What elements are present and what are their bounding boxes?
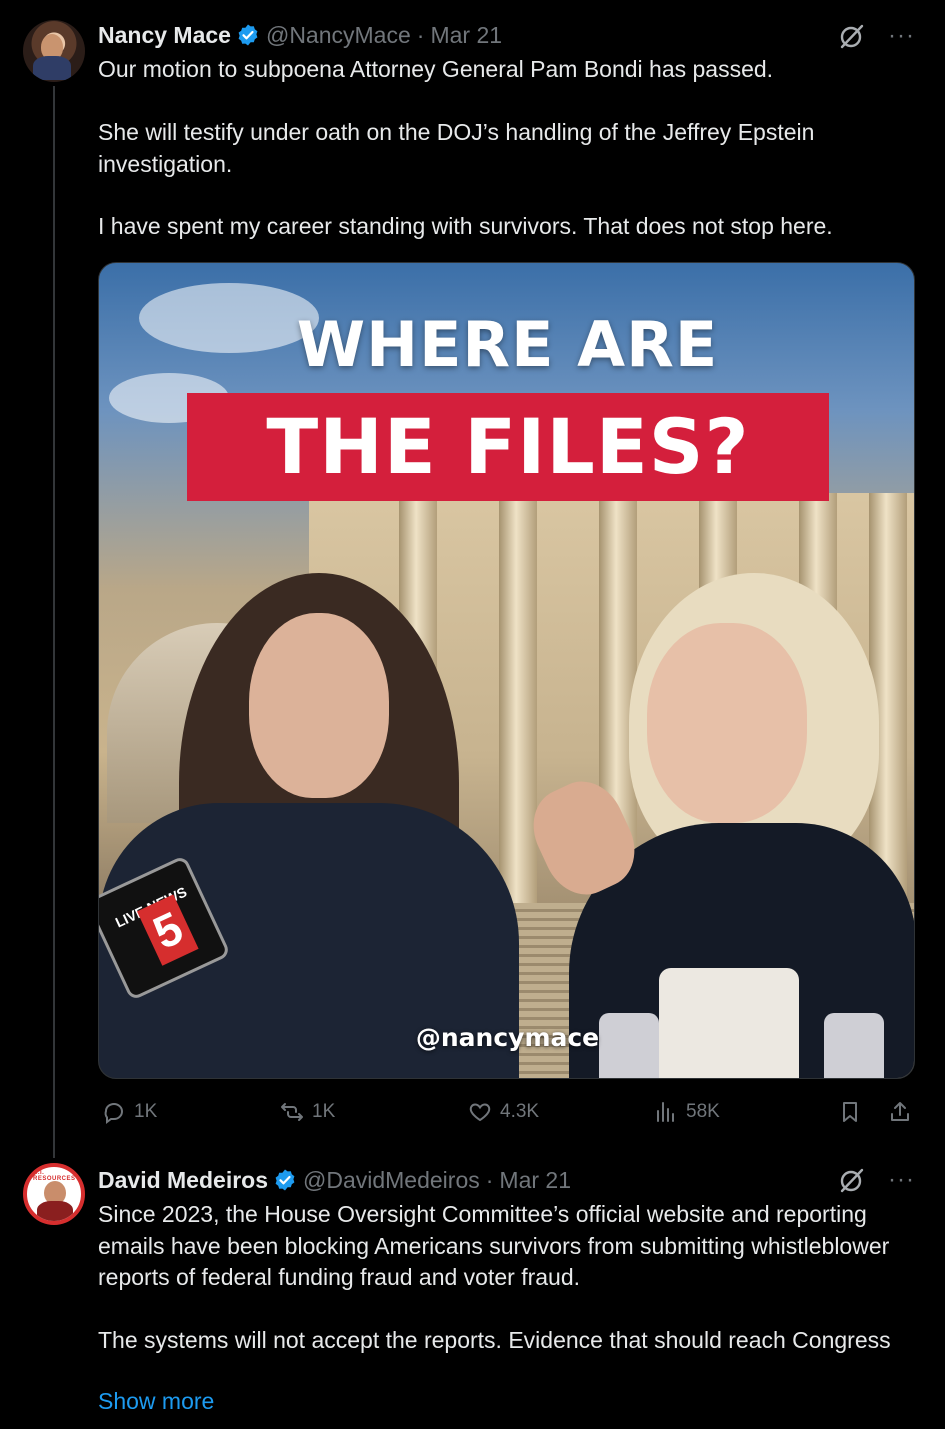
tweet-date[interactable]: Mar 21	[499, 1167, 571, 1194]
avatar-body	[33, 56, 71, 80]
grok-icon[interactable]	[838, 22, 866, 50]
share-button[interactable]	[888, 1100, 912, 1124]
separator-dot: ·	[485, 1166, 494, 1193]
avatar[interactable]	[23, 20, 85, 82]
share-icon	[891, 1102, 909, 1121]
column	[499, 493, 537, 933]
tweet-date[interactable]: Mar 21	[430, 22, 502, 49]
repost-count: 1K	[312, 1101, 336, 1122]
tweet-text-paragraph: The systems will not accept the reports.…	[98, 1327, 891, 1353]
views-icon	[657, 1102, 674, 1122]
tweet-david-medeiros[interactable]: R.I. RESOURCES David Medeiros @DavidMede…	[0, 1150, 945, 1429]
author-name[interactable]: Nancy Mace	[98, 22, 231, 49]
reply-icon	[104, 1102, 123, 1124]
show-more-link[interactable]: Show more	[98, 1388, 214, 1415]
tweet-text-paragraph: Since 2023, the House Oversight Committe…	[98, 1201, 890, 1290]
tweet-text-paragraph: I have spent my career standing with sur…	[98, 213, 833, 239]
person-right-face	[647, 623, 807, 823]
tweet-media-image[interactable]: LIVE NEWS 5 WHERE ARE THE FILES? @nancym…	[98, 262, 915, 1079]
more-icon[interactable]: ···	[888, 24, 915, 48]
reply-button[interactable]: 1K	[102, 1100, 157, 1124]
reply-count: 1K	[134, 1101, 158, 1122]
repost-button[interactable]: 1K	[280, 1100, 335, 1124]
like-button[interactable]: 4.3K	[468, 1100, 539, 1124]
verified-icon	[275, 1169, 295, 1191]
image-watermark: @nancymace	[415, 1023, 600, 1052]
grok-icon[interactable]	[838, 1166, 866, 1194]
image-headline-top: WHERE ARE	[296, 308, 719, 381]
author-handle[interactable]: @NancyMace	[266, 22, 411, 49]
bookmark-button[interactable]	[838, 1100, 862, 1124]
views-count: 58K	[686, 1101, 720, 1122]
person-left-face	[249, 613, 389, 798]
separator-dot: ·	[416, 21, 425, 48]
author-name[interactable]: David Medeiros	[98, 1167, 268, 1194]
avatar[interactable]: R.I. RESOURCES	[23, 1163, 85, 1225]
verified-icon	[238, 24, 258, 46]
image-headline-banner: THE FILES?	[187, 393, 829, 501]
avatar-body	[37, 1201, 73, 1221]
tweet-top-actions: ···	[838, 1166, 915, 1194]
bookmark-icon	[843, 1102, 857, 1122]
author-handle[interactable]: @DavidMedeiros	[303, 1167, 480, 1194]
tweet-action-bar: 1K 1K 4.3K 58K	[98, 1096, 918, 1132]
avatar-badge-text: R.I. RESOURCES	[33, 1170, 76, 1182]
tweet-text-paragraph: Our motion to subpoena Attorney General …	[98, 56, 774, 82]
like-icon	[469, 1103, 491, 1122]
tweet-header: David Medeiros @DavidMedeiros · Mar 21	[98, 1165, 571, 1195]
tweet-top-actions: ···	[838, 22, 915, 50]
tweet-nancy-mace[interactable]: Nancy Mace @NancyMace · Mar 21 ··· Our m…	[0, 0, 945, 1150]
more-icon[interactable]: ···	[888, 1168, 915, 1192]
views-button[interactable]: 58K	[654, 1100, 720, 1124]
tweet-header: Nancy Mace @NancyMace · Mar 21	[98, 20, 502, 50]
like-count: 4.3K	[500, 1101, 540, 1122]
repost-icon	[281, 1103, 303, 1121]
tweet-text-paragraph: She will testify under oath on the DOJ’s…	[98, 119, 815, 177]
